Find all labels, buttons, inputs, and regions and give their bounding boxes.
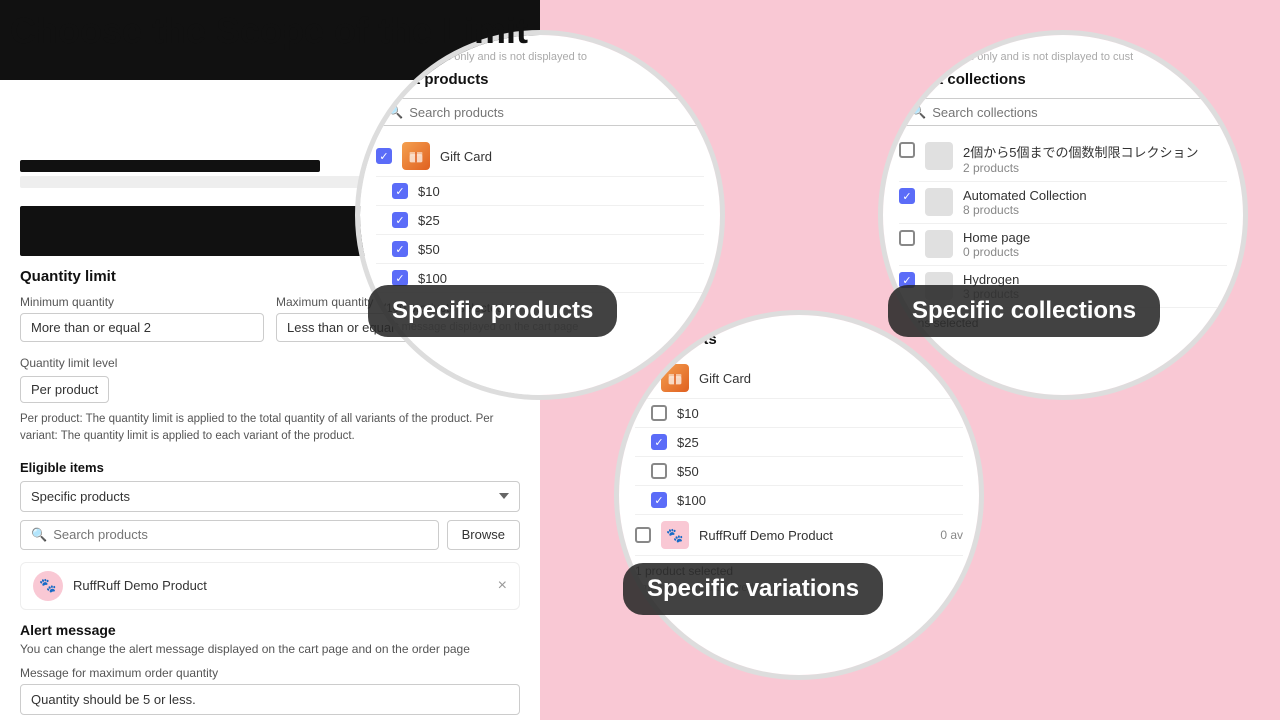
page-title: Choose the Scope of the Limit <box>10 10 528 52</box>
products-search-bar: 🔍 <box>376 98 704 126</box>
var-ruffruff-checkbox[interactable] <box>635 527 651 543</box>
coll3-count: 0 products <box>963 245 1227 259</box>
var-giftcard-label: Gift Card <box>699 371 963 386</box>
max-msg-label: Message for maximum order quantity <box>20 666 520 680</box>
min-quantity-field: Minimum quantity More than or equal 2 <box>20 295 264 342</box>
specific-collections-label: Specific collections <box>888 285 1160 337</box>
v100-checkbox[interactable] <box>392 270 408 286</box>
var-v100-checkbox[interactable] <box>651 492 667 508</box>
min-quantity-input[interactable]: More than or equal 2 <box>20 313 264 342</box>
list-item: $25 <box>635 428 963 457</box>
specific-collections-circle: rative purposes only and is not displaye… <box>878 30 1248 400</box>
v25-checkbox[interactable] <box>392 212 408 228</box>
coll3-icon <box>925 230 953 258</box>
coll2-name: Automated Collection <box>963 188 1227 203</box>
var-v25-checkbox[interactable] <box>651 434 667 450</box>
list-item: $50 <box>376 235 704 264</box>
list-item: Gift Card <box>376 136 704 177</box>
var-giftcard-checkbox[interactable] <box>635 370 651 386</box>
collections-modal-title: Select collections <box>899 71 1227 88</box>
specific-products-label: Specific products <box>368 285 617 337</box>
product-tag-name: RuffRuff Demo Product <box>73 578 207 593</box>
specific-variations-circle: in products Gift Card $10 $25 $50 <box>614 310 984 680</box>
product-search-row: 🔍 Browse <box>20 520 520 550</box>
collections-modal: rative purposes only and is not displaye… <box>883 35 1243 395</box>
coll2-checkbox[interactable] <box>899 188 915 204</box>
collections-search-icon: 🔍 <box>910 104 926 120</box>
var-v25-label: $25 <box>677 435 963 450</box>
browse-button[interactable]: Browse <box>447 520 520 550</box>
products-modal-title: Select products <box>376 71 704 88</box>
list-item: Home page 0 products <box>899 224 1227 266</box>
product-search-wrap: 🔍 <box>20 520 439 550</box>
variations-modal: in products Gift Card $10 $25 $50 <box>619 315 979 675</box>
var-v50-checkbox[interactable] <box>651 463 667 479</box>
list-item: $25 <box>376 206 704 235</box>
eligible-items-title: Eligible items <box>20 460 520 475</box>
v50-checkbox[interactable] <box>392 241 408 257</box>
coll1-name: 2個から5個までの個数制限コレクション <box>963 142 1227 161</box>
gift-card-label: Gift Card <box>440 149 704 164</box>
collections-search-input[interactable] <box>932 105 1216 120</box>
products-modal: rative purposes only and is not displaye… <box>360 35 720 395</box>
products-search-icon: 🔍 <box>387 104 403 120</box>
var-v50-label: $50 <box>677 464 963 479</box>
product-search-input[interactable] <box>53 527 427 542</box>
products-search-input[interactable] <box>409 105 693 120</box>
list-item: $100 <box>635 486 963 515</box>
v10-checkbox[interactable] <box>392 183 408 199</box>
product-remove-icon[interactable]: × <box>498 577 507 595</box>
list-item: Gift Card <box>635 358 963 399</box>
qty-level-select[interactable]: Per product <box>20 376 109 403</box>
v25-label: $25 <box>418 213 704 228</box>
gift-card-checkbox[interactable] <box>376 148 392 164</box>
v100-label: $100 <box>418 271 704 286</box>
search-icon: 🔍 <box>31 527 47 543</box>
coll1-icon <box>925 142 953 170</box>
product-avatar: 🐾 <box>33 571 63 601</box>
min-quantity-label: Minimum quantity <box>20 295 264 309</box>
coll2-icon <box>925 188 953 216</box>
list-item: $10 <box>376 177 704 206</box>
list-item: 2個から5個までの個数制限コレクション 2 products <box>899 136 1227 182</box>
product-tag: 🐾 RuffRuff Demo Product × <box>20 562 520 610</box>
v10-label: $10 <box>418 184 704 199</box>
var-giftcard-icon <box>661 364 689 392</box>
v50-label: $50 <box>418 242 704 257</box>
var-ruffruff-icon: 🐾 <box>661 521 689 549</box>
coll2-count: 8 products <box>963 203 1227 217</box>
specific-products-circle: rative purposes only and is not displaye… <box>355 30 725 400</box>
gift-card-icon <box>402 142 430 170</box>
coll3-name: Home page <box>963 230 1227 245</box>
collections-search-bar: 🔍 <box>899 98 1227 126</box>
list-item: 🐾 RuffRuff Demo Product 0 av <box>635 515 963 556</box>
var-v10-label: $10 <box>677 406 963 421</box>
list-item: Automated Collection 8 products <box>899 182 1227 224</box>
list-item: $10 <box>635 399 963 428</box>
qty-level-desc: Per product: The quantity limit is appli… <box>20 411 520 446</box>
var-v10-checkbox[interactable] <box>651 405 667 421</box>
coll1-count: 2 products <box>963 161 1227 175</box>
collections-modal-toptext: rative purposes only and is not displaye… <box>899 51 1227 63</box>
alert-title: Alert message <box>20 622 520 638</box>
max-msg-input[interactable] <box>20 684 520 715</box>
eligible-items-select[interactable]: Specific products <box>20 481 520 512</box>
alert-desc: You can change the alert message display… <box>20 642 520 656</box>
var-ruffruff-label: RuffRuff Demo Product <box>699 528 930 543</box>
coll1-checkbox[interactable] <box>899 142 915 158</box>
var-v100-label: $100 <box>677 493 963 508</box>
list-item: $50 <box>635 457 963 486</box>
var-ruffruff-count: 0 av <box>940 528 963 542</box>
specific-variations-label: Specific variations <box>623 563 883 615</box>
coll3-checkbox[interactable] <box>899 230 915 246</box>
